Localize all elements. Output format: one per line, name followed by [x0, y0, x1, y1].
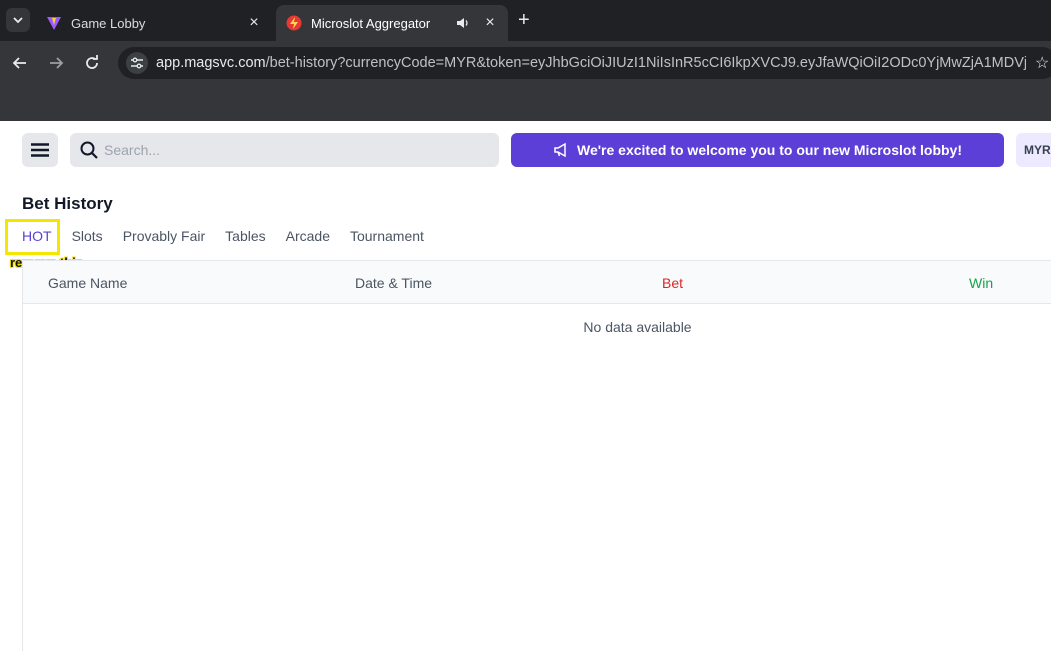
column-header-win: Win	[969, 275, 994, 291]
page-content: We're excited to welcome you to our new …	[0, 121, 1051, 651]
announcement-text: We're excited to welcome you to our new …	[576, 142, 963, 158]
back-arrow-icon[interactable]	[8, 51, 32, 75]
category-tabs: HOT Slots Provably Fair Tables Arcade To…	[22, 228, 444, 253]
url-text[interactable]: app.magsvc.com/bet-history?currencyCode=…	[156, 55, 1026, 71]
column-header-date-time: Date & Time	[355, 275, 433, 291]
tab-provably-fair[interactable]: Provably Fair	[123, 228, 205, 253]
tab-title: Microslot Aggregator	[311, 15, 431, 31]
tab-slots[interactable]: Slots	[72, 228, 103, 253]
chevron-down-icon	[13, 17, 23, 24]
annotation-highlight-box	[5, 219, 60, 255]
currency-badge[interactable]: MYR	[1016, 133, 1051, 167]
browser-toolbar: app.magsvc.com/bet-history?currencyCode=…	[0, 41, 1051, 85]
browser-tab-game-lobby[interactable]: Game Lobby ×	[36, 5, 272, 41]
forward-arrow-icon[interactable]	[44, 51, 68, 75]
tab-tables[interactable]: Tables	[225, 228, 265, 253]
tab-search-button[interactable]	[6, 8, 30, 32]
vite-logo-icon	[47, 17, 61, 30]
site-settings-icon[interactable]	[126, 52, 148, 74]
currency-label: MYR	[1024, 143, 1051, 157]
announcement-banner[interactable]: We're excited to welcome you to our new …	[511, 133, 1004, 167]
menu-button[interactable]	[22, 133, 58, 167]
search-box[interactable]	[70, 133, 499, 167]
tab-title: Game Lobby	[71, 15, 146, 31]
hamburger-icon	[31, 143, 49, 157]
new-tab-plus-icon[interactable]: +	[518, 10, 530, 30]
reload-icon[interactable]	[80, 51, 104, 75]
column-header-game-name: Game Name	[48, 275, 128, 291]
search-input[interactable]	[104, 142, 484, 158]
column-header-bet: Bet	[662, 275, 684, 291]
bookmark-star-icon[interactable]: ☆	[1035, 53, 1049, 73]
tab-tournament[interactable]: Tournament	[350, 228, 424, 253]
browser-tab-strip: Game Lobby × Microslot Aggregator × +	[0, 0, 1051, 41]
search-icon	[80, 141, 98, 159]
bet-history-table: Game Name Date & Time Bet Win No data av…	[22, 260, 1051, 651]
url-host: app.magsvc.com	[156, 55, 266, 71]
megaphone-icon	[554, 142, 566, 158]
close-tab-icon[interactable]: ×	[246, 14, 262, 31]
empty-state-text: No data available	[583, 319, 692, 335]
speaker-icon[interactable]	[456, 16, 472, 30]
address-bar[interactable]: app.magsvc.com/bet-history?currencyCode=…	[118, 47, 1051, 79]
table-header: Game Name Date & Time Bet Win	[23, 260, 1051, 304]
page-title: Bet History	[22, 194, 113, 213]
lightning-logo-icon	[286, 15, 302, 31]
url-path: /bet-history?currencyCode=MYR&token=eyJh…	[265, 55, 1026, 71]
tab-arcade[interactable]: Arcade	[286, 228, 330, 253]
browser-bar-gap	[0, 85, 1051, 121]
close-tab-icon[interactable]: ×	[482, 14, 498, 31]
browser-tab-microslot[interactable]: Microslot Aggregator ×	[276, 5, 508, 41]
